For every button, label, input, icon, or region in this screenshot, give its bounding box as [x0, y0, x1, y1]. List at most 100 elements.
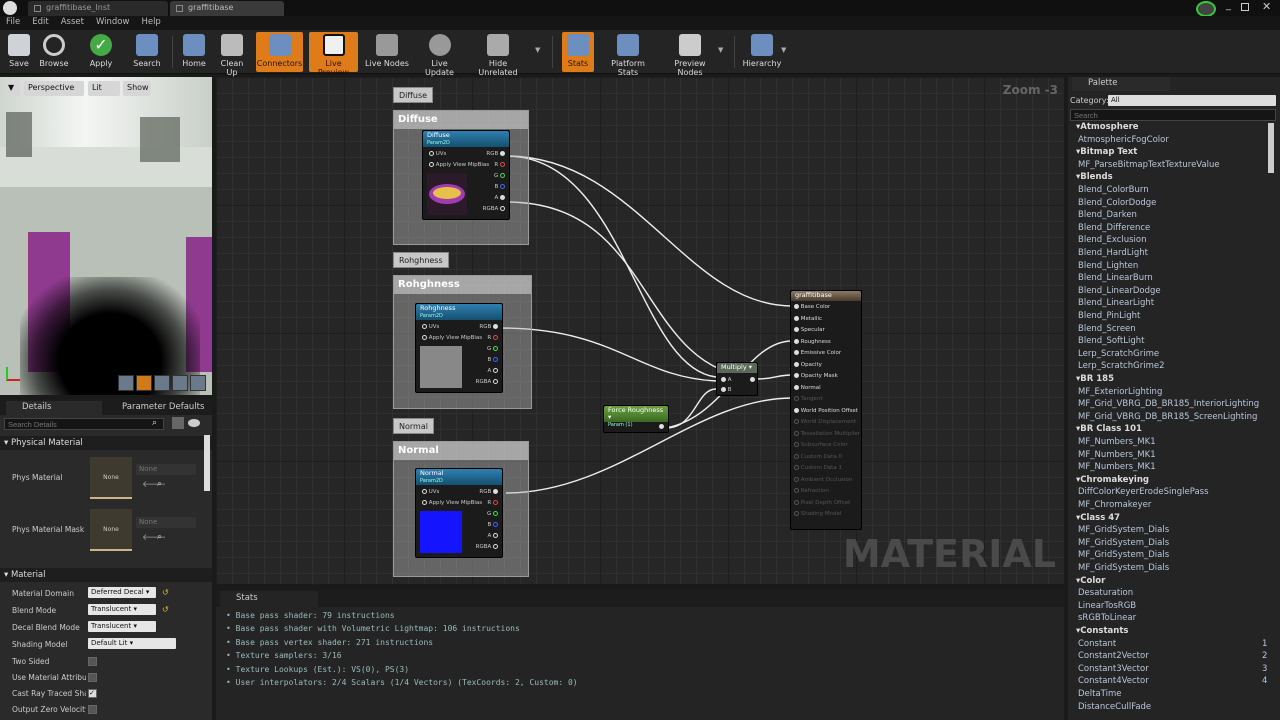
home-button[interactable]: Home — [180, 32, 208, 72]
texture-param-rohghness[interactable]: Rohghness Param2D UVs Apply View MipBias … — [415, 303, 503, 393]
palette-item[interactable]: MF_Numbers_MK1 — [1078, 437, 1156, 447]
pin-uvs[interactable]: UVs — [422, 489, 439, 495]
plane-shape-icon[interactable] — [154, 375, 170, 391]
palette-item[interactable]: Blend_LinearLight — [1078, 298, 1154, 308]
pin-multiply-a[interactable]: A — [721, 377, 732, 383]
pin-r[interactable]: R — [487, 500, 498, 506]
palette-item[interactable]: MF_GridSystem_Dials — [1078, 550, 1169, 560]
palette-item[interactable]: Blend_Exclusion — [1078, 235, 1147, 245]
hide-unrelated-button[interactable]: Hide Unrelated — [469, 32, 527, 77]
palette-category[interactable]: ▾Chromakeying — [1076, 475, 1149, 485]
result-pin-tessellation-multiplier[interactable]: Tessellation Multiplier — [794, 430, 860, 437]
force-roughness-node[interactable]: Force Roughness ▾ Param (1) — [603, 405, 669, 433]
use-selected-arrow-icon[interactable]: 🡐 — [142, 532, 166, 543]
result-pin-opacity[interactable]: Opacity — [794, 361, 822, 368]
perspective-button[interactable]: Perspective — [24, 81, 84, 96]
palette-item[interactable]: Lerp_ScratchGrime2 — [1078, 361, 1164, 371]
palette-search-input[interactable] — [1070, 109, 1276, 121]
lit-button[interactable]: Lit — [88, 81, 120, 96]
reset-to-default-icon[interactable]: ↺ — [162, 588, 169, 597]
palette-item[interactable]: MF_GridSystem_Dials — [1078, 563, 1169, 573]
result-pin-pixel-depth-offset[interactable]: Pixel Depth Offset — [794, 499, 850, 506]
menu-help[interactable]: Help — [135, 16, 166, 28]
palette-item[interactable]: Blend_Screen — [1078, 324, 1136, 334]
palette-category[interactable]: ▾Class 47 — [1076, 513, 1120, 523]
phys-material-mask-combo[interactable]: None — [136, 517, 196, 528]
palette-item[interactable]: MF_ExteriorLighting — [1078, 387, 1162, 397]
palette-item[interactable]: Blend_ColorBurn — [1078, 185, 1149, 195]
palette-item[interactable]: MF_Grid_VBRG_DB_BR185_ScreenLighting — [1078, 412, 1257, 422]
palette-item[interactable]: MF_Numbers_MK1 — [1078, 450, 1156, 460]
pin-b[interactable]: B — [487, 522, 498, 528]
palette-item[interactable]: AtmosphericFogColor — [1078, 135, 1169, 145]
result-pin-world-displacement[interactable]: World Displacement — [794, 419, 856, 425]
output-zero-velocity-checkbox[interactable] — [88, 705, 97, 714]
pin-g[interactable]: G — [487, 511, 498, 517]
pin-rgba[interactable]: RGBA — [476, 544, 498, 550]
two-sided-checkbox[interactable] — [88, 657, 97, 666]
pin-rgba[interactable]: RGBA — [483, 206, 505, 212]
texture-param-diffuse[interactable]: Diffuse Param2D UVs Apply View MipBias RG… — [422, 130, 510, 220]
palette-item[interactable]: MF_Chromakeyer — [1078, 500, 1151, 510]
hide-unrelated-dropdown-icon[interactable]: ▼ — [535, 46, 540, 54]
pin-rgb[interactable]: RGB — [479, 324, 498, 330]
comment-tag-rohghness[interactable]: Rohghness — [393, 252, 449, 268]
property-matrix-icon[interactable] — [172, 417, 184, 429]
result-pin-roughness[interactable]: Roughness — [794, 338, 831, 345]
pin-a[interactable]: A — [487, 368, 498, 374]
preview-viewport[interactable] — [0, 77, 212, 395]
phys-material-thumbnail[interactable]: None — [90, 457, 132, 499]
result-pin-ambient-occlusion[interactable]: Ambient Occlusion — [794, 476, 852, 483]
pin-b[interactable]: B — [494, 184, 505, 190]
result-pin-custom-data-0[interactable]: Custom Data 0 — [794, 453, 842, 460]
details-scrollbar[interactable] — [204, 435, 210, 491]
cylinder-shape-icon[interactable] — [118, 375, 134, 391]
palette-item[interactable]: Blend_Darken — [1078, 210, 1137, 220]
decal-blend-mode-dropdown[interactable]: Translucent ▾ — [88, 621, 156, 632]
menu-edit[interactable]: Edit — [26, 16, 54, 28]
pin-r[interactable]: R — [494, 162, 505, 168]
menu-window[interactable]: Window — [90, 16, 136, 28]
pin-g[interactable]: G — [494, 173, 505, 179]
palette-item[interactable]: sRGBToLinear — [1078, 613, 1136, 623]
material-graph[interactable]: Zoom -3 MATERIAL Diffuse Diffuse Diffuse… — [216, 77, 1064, 584]
stats-button[interactable]: Stats — [562, 32, 594, 72]
tab-palette[interactable]: Palette — [1072, 77, 1170, 91]
browse-button[interactable]: Browse — [37, 32, 71, 72]
browse-asset-icon[interactable]: ⌕ — [157, 479, 162, 489]
palette-item[interactable]: Blend_SoftLight — [1078, 336, 1144, 346]
menu-asset[interactable]: Asset — [55, 16, 90, 28]
material-section[interactable]: ▾ Material — [0, 568, 212, 582]
material-domain-dropdown[interactable]: Deferred Decal ▾ — [88, 587, 156, 598]
pin-uvs[interactable]: UVs — [422, 324, 439, 330]
hierarchy-dropdown-icon[interactable]: ▼ — [781, 46, 786, 54]
palette-item[interactable]: Blend_LinearDodge — [1078, 286, 1161, 296]
palette-item[interactable]: Constant4Vector 4 — [1078, 676, 1267, 686]
palette-scrollbar[interactable] — [1268, 123, 1274, 173]
pin-b[interactable]: B — [487, 357, 498, 363]
cube-shape-icon[interactable] — [172, 375, 188, 391]
blend-mode-dropdown[interactable]: Translucent ▾ — [88, 604, 156, 615]
result-pin-base-color[interactable]: Base Color — [794, 304, 830, 310]
browse-asset-icon[interactable]: ⌕ — [157, 532, 162, 542]
palette-category[interactable]: ▾BR 185 — [1076, 374, 1114, 384]
details-search-input[interactable] — [4, 418, 164, 430]
pin-multiply-b[interactable]: B — [721, 387, 732, 393]
palette-item[interactable]: Blend_ColorDodge — [1078, 198, 1156, 208]
pin-rgba[interactable]: RGBA — [476, 379, 498, 385]
result-pin-tangent[interactable]: Tangent — [794, 396, 823, 402]
texture-param-normal[interactable]: Normal Param2D UVs Apply View MipBias RGB… — [415, 468, 503, 558]
result-pin-emissive-color[interactable]: Emissive Color — [794, 350, 841, 356]
close-button[interactable]: ✕ — [1262, 0, 1274, 14]
preview-nodes-button[interactable]: Preview Nodes — [662, 32, 718, 77]
result-node-graffitibase[interactable]: graffitibase Base Color Metallic Specula… — [790, 290, 862, 530]
live-preview-button[interactable]: Live Preview — [309, 32, 358, 77]
platform-stats-button[interactable]: Platform Stats — [600, 32, 656, 77]
palette-item[interactable]: Constant2Vector 2 — [1078, 651, 1267, 661]
pin-multiply-output[interactable] — [750, 377, 755, 383]
result-pin-specular[interactable]: Specular — [794, 327, 825, 333]
menu-file[interactable]: File — [0, 16, 26, 28]
live-update-button[interactable]: Live Update — [416, 32, 463, 77]
hierarchy-button[interactable]: Hierarchy — [742, 32, 782, 72]
pin-force-output[interactable] — [659, 424, 664, 430]
